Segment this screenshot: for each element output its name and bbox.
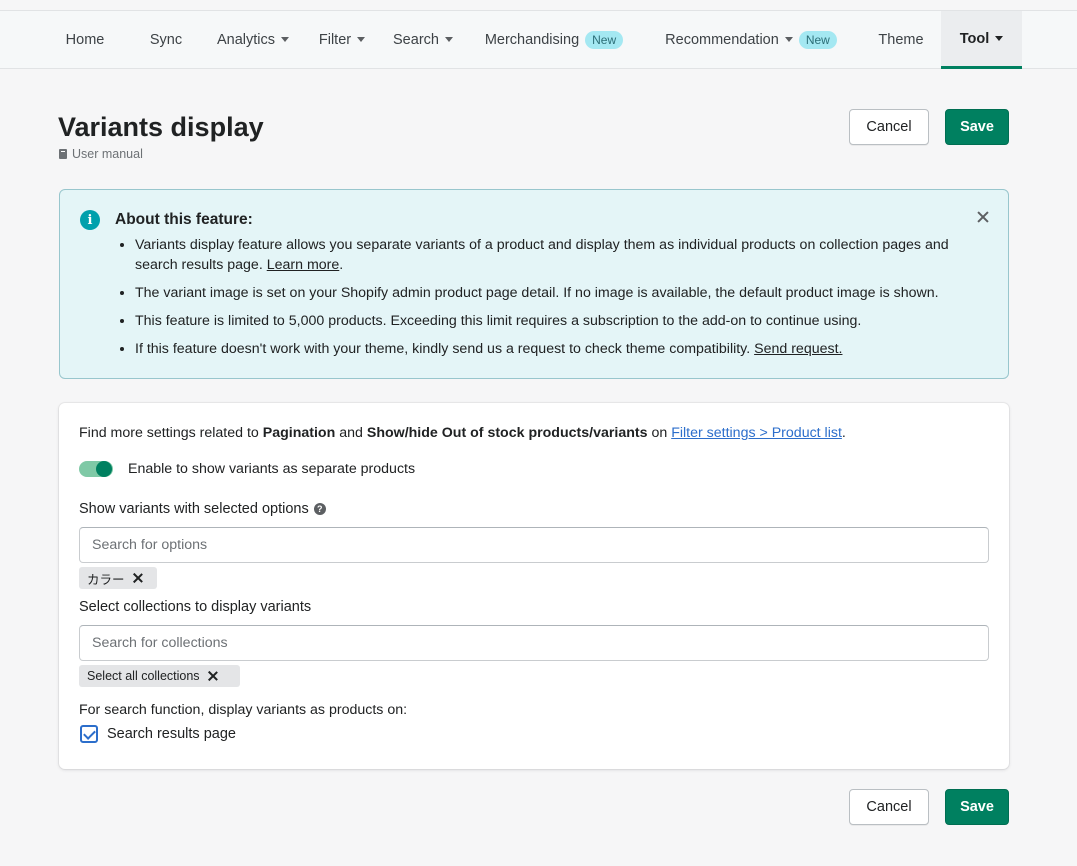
options-tag-label: カラー — [87, 572, 125, 587]
bullet-4-text: If this feature doesn't work with your t… — [135, 341, 751, 357]
nav-home[interactable]: Home — [48, 11, 122, 68]
nav-search[interactable]: Search — [385, 11, 461, 68]
nav-merchandising-label: Merchandising — [484, 31, 580, 48]
nav-merchandising[interactable]: Merchandising New — [473, 11, 635, 68]
related-settings-text: Find more settings related to Pagination… — [79, 425, 846, 441]
save-button-top[interactable]: Save — [945, 109, 1009, 145]
settings-card: Find more settings related to Pagination… — [59, 403, 1009, 769]
nav-recommendation-label: Recommendation — [665, 31, 779, 48]
info-banner: i About this feature: Variants display f… — [59, 189, 1009, 379]
options-label: Show variants with selected options ? — [79, 501, 326, 517]
nav-search-label: Search — [393, 31, 439, 48]
user-manual-label: User manual — [72, 147, 143, 161]
bullet-1-text: Variants display feature allows you sepa… — [135, 237, 949, 273]
toggle-knob — [96, 461, 112, 477]
send-request-link[interactable]: Send request. — [754, 341, 842, 357]
close-icon[interactable] — [976, 210, 990, 224]
find-on: on — [651, 425, 668, 441]
caret-down-icon — [444, 37, 453, 42]
new-badge: New — [798, 30, 837, 49]
nav-home-label: Home — [65, 31, 105, 48]
find-prefix: Find more settings related to — [79, 425, 259, 441]
variants-toggle[interactable] — [79, 461, 113, 477]
options-label-text: Show variants with selected options — [79, 501, 309, 517]
filter-settings-link[interactable]: Filter settings > Product list — [671, 425, 842, 441]
caret-down-icon — [784, 37, 793, 42]
save-button-bottom[interactable]: Save — [945, 789, 1009, 825]
nav-tool[interactable]: Tool — [941, 11, 1022, 69]
search-results-checkbox[interactable] — [80, 725, 98, 743]
remove-tag-icon[interactable] — [208, 671, 218, 681]
pagination-bold: Pagination — [262, 425, 336, 441]
nav-sync[interactable]: Sync — [128, 11, 204, 68]
nav-filter-label: Filter — [318, 31, 352, 48]
nav-filter[interactable]: Filter — [309, 11, 375, 68]
feature-list: Variants display feature allows you sepa… — [135, 235, 985, 367]
top-navigation: Home Sync Analytics Filter Search Mercha… — [0, 11, 1077, 69]
nav-analytics-label: Analytics — [216, 31, 276, 48]
book-icon — [59, 149, 67, 159]
cancel-button-top[interactable]: Cancel — [849, 109, 929, 145]
caret-down-icon — [995, 36, 1004, 41]
remove-tag-icon[interactable] — [133, 573, 143, 583]
options-tag: カラー — [79, 567, 157, 589]
nav-theme[interactable]: Theme — [866, 11, 936, 68]
cancel-button-bottom[interactable]: Cancel — [849, 789, 929, 825]
list-item: This feature is limited to 5,000 product… — [135, 311, 985, 331]
help-icon[interactable]: ? — [313, 503, 326, 515]
list-item: Variants display feature allows you sepa… — [135, 235, 985, 275]
banner-title: About this feature: — [115, 211, 253, 228]
info-icon: i — [80, 210, 100, 230]
list-item: If this feature doesn't work with your t… — [135, 339, 985, 359]
learn-more-link[interactable]: Learn more — [267, 257, 340, 273]
search-results-label: Search results page — [107, 726, 236, 742]
toggle-label: Enable to show variants as separate prod… — [128, 461, 416, 477]
list-item: The variant image is set on your Shopify… — [135, 283, 985, 303]
caret-down-icon — [357, 37, 366, 42]
find-and: and — [339, 425, 363, 441]
nav-tool-label: Tool — [959, 30, 990, 47]
nav-theme-label: Theme — [878, 31, 924, 48]
collections-search-input[interactable] — [79, 625, 989, 661]
new-badge: New — [585, 30, 624, 49]
options-search-input[interactable] — [79, 527, 989, 563]
caret-down-icon — [281, 37, 290, 42]
nav-analytics[interactable]: Analytics — [208, 11, 298, 68]
user-manual-link[interactable]: User manual — [59, 147, 143, 161]
nav-sync-label: Sync — [149, 31, 183, 48]
page-title: Variants display — [58, 112, 264, 142]
collections-label: Select collections to display variants — [79, 599, 312, 615]
search-function-label: For search function, display variants as… — [79, 702, 408, 718]
collections-tag-label: Select all collections — [87, 669, 200, 683]
out-of-stock-bold: Show/hide Out of stock products/variants — [366, 425, 648, 441]
nav-recommendation[interactable]: Recommendation New — [655, 11, 847, 68]
collections-tag: Select all collections — [79, 665, 240, 687]
top-strip — [0, 0, 1077, 11]
